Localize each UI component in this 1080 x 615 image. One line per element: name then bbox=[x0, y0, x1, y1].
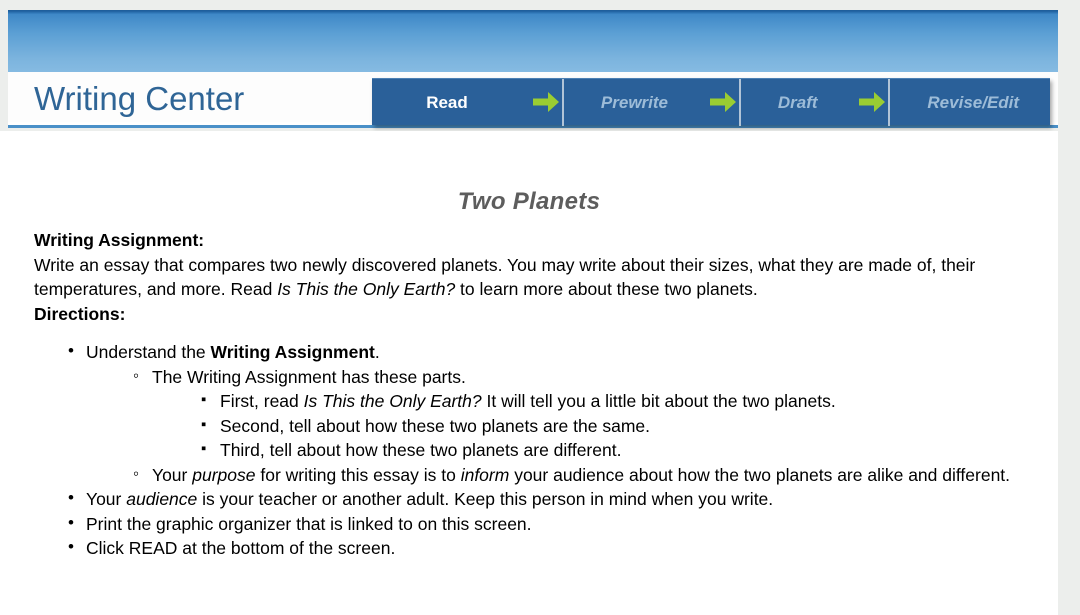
step-divider-3 bbox=[888, 78, 891, 126]
list-item: Second, tell about how these two planets… bbox=[201, 413, 1058, 439]
right-arrow-icon bbox=[859, 92, 886, 112]
nav-step-revise-edit[interactable]: Revise/Edit bbox=[896, 79, 1050, 126]
assignment-block: Writing Assignment: Write an essay that … bbox=[0, 216, 1058, 326]
top-banner bbox=[8, 10, 1058, 72]
bullet6-text-pre: Your bbox=[152, 464, 193, 485]
list-item: Click READ at the bottom of the screen. bbox=[68, 535, 1058, 561]
bullet2-text: The Writing Assignment has these parts. bbox=[152, 366, 466, 387]
bullet3-text-pre: First, read bbox=[220, 391, 304, 411]
directions-subsublist: First, read Is This the Only Earth? It w… bbox=[152, 388, 1058, 463]
document-title: Two Planets bbox=[457, 188, 601, 215]
bullet3-text-post: It will tell you a little bit about the … bbox=[481, 391, 836, 411]
bullet1-text-pre: Understand the bbox=[86, 342, 211, 362]
app-screen: Writing Center Read Prewrite Draft Revis… bbox=[0, 0, 1080, 615]
step-divider-2 bbox=[738, 78, 741, 126]
bullet6-italic-purpose: purpose bbox=[192, 464, 256, 485]
nav-step-prewrite[interactable]: Prewrite bbox=[570, 79, 699, 126]
bullet1-text-post: . bbox=[374, 342, 380, 362]
directions-label: Directions: bbox=[34, 303, 126, 324]
bullet7-italic-audience: audience bbox=[126, 489, 198, 509]
bullet6-text-post: your audience about how the two planets … bbox=[509, 464, 1011, 485]
list-item: First, read Is This the Only Earth? It w… bbox=[201, 388, 1058, 414]
bullet7-text-pre: Your bbox=[86, 489, 127, 509]
list-item: Your audience is your teacher or another… bbox=[68, 486, 1058, 512]
step-separator-3 bbox=[848, 78, 896, 126]
list-item: Print the graphic organizer that is link… bbox=[68, 511, 1058, 537]
directions-sublist: The Writing Assignment has these parts. … bbox=[86, 364, 1058, 488]
list-item: Third, tell about how these two planets … bbox=[201, 437, 1058, 463]
bullet5-text: Third, tell about how these two planets … bbox=[220, 440, 622, 460]
nav-step-draft[interactable]: Draft bbox=[747, 79, 849, 126]
list-item: Your purpose for writing this essay is t… bbox=[133, 462, 1058, 488]
step-separator-2 bbox=[699, 78, 747, 126]
nav-step-read[interactable]: Read bbox=[372, 79, 522, 126]
directions-list: Understand the Writing Assignment. The W… bbox=[0, 339, 1058, 561]
assignment-label: Writing Assignment: bbox=[34, 230, 205, 250]
assignment-text-part2: to learn more about these two planets. bbox=[455, 279, 758, 299]
directions-label-line: Directions: bbox=[34, 302, 1028, 327]
assignment-label-line: Writing Assignment: bbox=[34, 228, 1028, 253]
right-arrow-icon bbox=[533, 92, 559, 112]
right-gutter bbox=[1058, 0, 1080, 615]
list-item: Understand the Writing Assignment. The W… bbox=[68, 339, 1058, 488]
step-navigation: Read Prewrite Draft Revise/Edit bbox=[372, 78, 1050, 126]
bullet6-text-mid: for writing this essay is to bbox=[255, 464, 461, 485]
assignment-paragraph: Write an essay that compares two newly d… bbox=[34, 253, 1028, 302]
bullet6-italic-inform: inform bbox=[460, 464, 510, 485]
step-separator-1 bbox=[522, 78, 570, 126]
bullet4-text: Second, tell about how these two planets… bbox=[220, 415, 650, 436]
bullet3-book-title: Is This the Only Earth? bbox=[303, 391, 482, 411]
bullet8-text: Print the graphic organizer that is link… bbox=[86, 513, 532, 534]
site-title: Writing Center bbox=[34, 80, 245, 117]
right-arrow-icon bbox=[709, 92, 736, 112]
list-item: The Writing Assignment has these parts. … bbox=[133, 364, 1058, 463]
assignment-book-title: Is This the Only Earth? bbox=[277, 279, 456, 299]
document-content: Two Planets Writing Assignment: Write an… bbox=[0, 131, 1058, 615]
bullet7-text-post: is your teacher or another adult. Keep t… bbox=[197, 489, 774, 509]
step-divider-1 bbox=[562, 78, 564, 126]
bullet9-text: Click READ at the bottom of the screen. bbox=[86, 538, 396, 558]
bullet1-text-bold: Writing Assignment bbox=[210, 342, 375, 362]
